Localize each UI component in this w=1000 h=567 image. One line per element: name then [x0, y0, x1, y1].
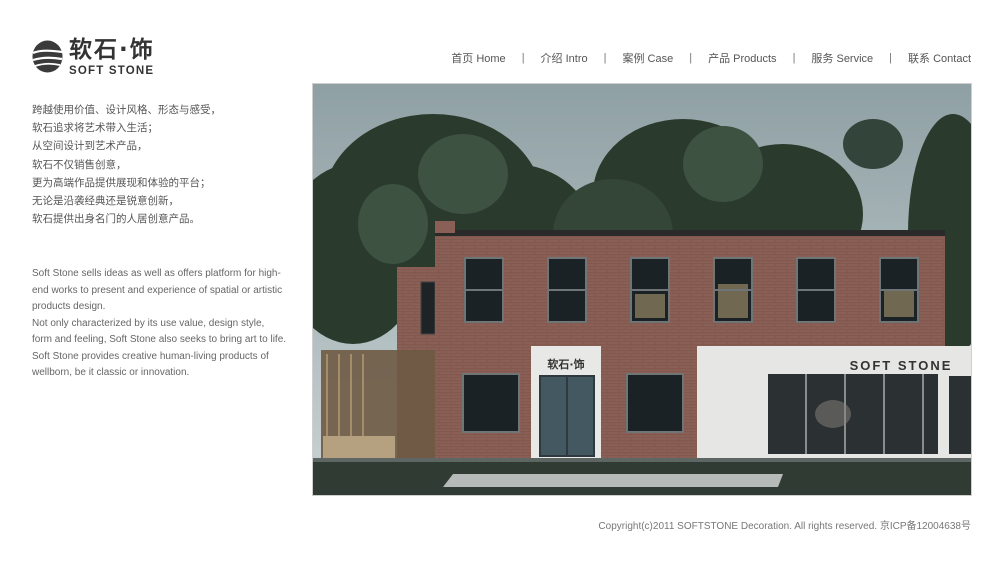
hero-building-photo: 软石·饰 SOFT STONE [312, 83, 972, 496]
main-nav: 首页 Home | 介绍 Intro | 案例 Case | 产品 Produc… [451, 50, 971, 66]
nav-item-products[interactable]: 产品 Products [708, 50, 776, 66]
intro-cn-line: 从空间设计到艺术产品， [32, 140, 148, 153]
nav-item-contact[interactable]: 联系 Contact [908, 50, 971, 66]
intro-en-paragraph: Soft Stone sells ideas as well as offers… [32, 268, 283, 312]
intro-en-paragraph: Not only characterized by its use value,… [32, 317, 287, 346]
nav-item-intro[interactable]: 介绍 Intro [541, 50, 588, 66]
copyright-text: Copyright(c)2011 SOFTSTONE Decoration. A… [598, 521, 971, 532]
site-logo[interactable]: 软石·饰 SOFT STONE [32, 37, 162, 80]
door-sign-text: 软石·饰 [547, 357, 584, 371]
intro-cn-line: 跨越使用价值、设计风格、形态与感受， [32, 104, 221, 116]
stone-logo-icon [32, 40, 63, 73]
nav-separator: | [889, 52, 893, 64]
intro-cn-line: 软石提供出身名门的人居创意产品。 [32, 213, 200, 226]
nav-separator: | [689, 52, 693, 64]
logo-english-text: SOFT STONE [69, 65, 155, 77]
facade-sign-text: SOFT STONE [850, 358, 953, 373]
nav-separator: | [521, 52, 525, 64]
nav-separator: | [603, 52, 607, 64]
intro-cn-line: 软石不仅销售创意， [32, 158, 127, 171]
intro-chinese: 跨越使用价值、设计风格、形态与感受， 软石追求将艺术带入生活； 从空间设计到艺术… [32, 101, 282, 228]
intro-cn-line: 软石追求将艺术带入生活； [32, 122, 158, 135]
nav-separator: | [792, 52, 796, 64]
intro-en-paragraph: Soft Stone provides creative human-livin… [32, 350, 269, 379]
intro-cn-line: 更为高端作品提供展现和体验的平台； [32, 176, 211, 189]
nav-item-service[interactable]: 服务 Service [811, 50, 873, 66]
building-illustration: 软石·饰 SOFT STONE [313, 84, 971, 495]
logo-chinese-text: 软石·饰 [69, 37, 155, 63]
intro-cn-line: 无论是沿袭经典还是锐意创新， [32, 195, 179, 208]
nav-item-home[interactable]: 首页 Home [451, 50, 505, 66]
intro-english: Soft Stone sells ideas as well as offers… [32, 266, 287, 382]
nav-item-case[interactable]: 案例 Case [622, 50, 673, 66]
